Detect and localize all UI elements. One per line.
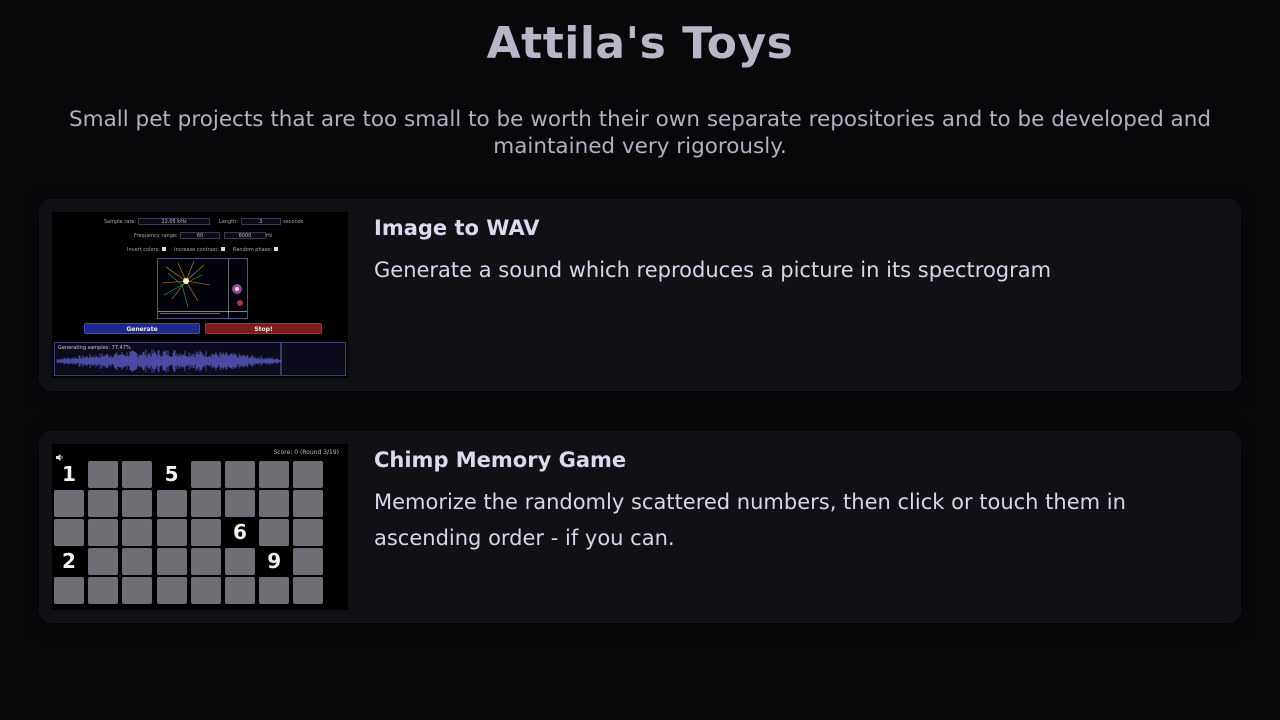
increase-contrast-label: Increase contrast: <box>174 247 220 253</box>
number-tile: 6 <box>233 520 247 544</box>
invert-colors-checkbox <box>162 247 166 251</box>
grid-tile <box>225 577 255 604</box>
project-description: Memorize the randomly scattered numbers,… <box>374 490 1126 550</box>
project-thumbnail[interactable]: Sample rate: 22.05 kHz Length: 3 seconds… <box>52 212 348 378</box>
random-phase-label: Random phase: <box>233 247 273 253</box>
grid-tile <box>122 577 153 604</box>
grid-tile <box>293 577 324 604</box>
number-tile: 2 <box>62 549 76 573</box>
grid-tile <box>190 461 221 488</box>
grid-tile <box>293 461 324 488</box>
project-card-chimp-memory-game[interactable]: Score: 0 (Round 3/19) 1 5 6 2 9 Chimp Memory… <box>39 431 1241 623</box>
project-title[interactable]: Chimp Memory Game <box>374 448 626 472</box>
grid-tile <box>190 490 221 517</box>
number-tile: 9 <box>267 549 282 573</box>
grid-tile <box>122 461 153 488</box>
project-description: Generate a sound which reproduces a pict… <box>374 258 1052 282</box>
length-label: Length: <box>219 219 238 225</box>
waveform-progress: Generating samples: 77.47% <box>54 342 346 376</box>
grid-tile <box>156 548 187 575</box>
freq-max-input: 8000 <box>224 232 266 239</box>
grid-tile <box>54 490 84 517</box>
grid-tile <box>156 490 187 517</box>
grid-tile <box>190 577 221 604</box>
grid-tile <box>156 577 187 604</box>
grid-tile <box>259 519 290 546</box>
grid-tile <box>122 548 153 575</box>
grid-tile <box>88 519 119 546</box>
grid-tile <box>190 519 221 546</box>
grid-tile <box>293 548 324 575</box>
grid-tile <box>259 461 290 488</box>
grid-tile <box>54 577 84 604</box>
stop-button: Stop! <box>205 323 322 334</box>
project-title[interactable]: Image to WAV <box>374 216 540 240</box>
sample-rate-label: Sample rate: <box>104 219 137 225</box>
grid-tile <box>54 519 84 546</box>
grid-tile <box>225 490 255 517</box>
increase-contrast-checkbox <box>221 247 225 251</box>
fireworks-preview-image <box>157 258 248 319</box>
grid-tile <box>225 548 255 575</box>
invert-colors-label: Invert colors: <box>127 247 160 253</box>
frequency-label: Frequency range: <box>134 233 178 239</box>
page-title: Attila's Toys <box>486 18 794 69</box>
generation-status: Generating samples: 77.47% <box>58 345 131 351</box>
grid-tile <box>293 490 324 517</box>
grid-tile <box>225 461 255 488</box>
page-subtitle: Small pet projects that are too small to… <box>69 107 1211 159</box>
length-input: 3 <box>241 218 281 225</box>
grid-tile <box>122 490 153 517</box>
freq-min-input: 60 <box>180 232 220 239</box>
grid-tile <box>259 490 290 517</box>
grid-tile <box>293 519 324 546</box>
grid-tile <box>88 461 119 488</box>
grid-tile <box>259 577 290 604</box>
random-phase-checkbox <box>274 247 278 251</box>
number-tile: 5 <box>164 462 179 486</box>
score-text: Score: 0 (Round 3/19) <box>273 449 339 456</box>
project-card-image-to-wav[interactable]: Sample rate: 22.05 kHz Length: 3 seconds… <box>39 199 1241 391</box>
freq-unit: Hz <box>266 233 273 239</box>
number-tile: 1 <box>62 462 76 486</box>
grid-tile <box>156 519 187 546</box>
grid-tile <box>190 548 221 575</box>
project-thumbnail[interactable]: Score: 0 (Round 3/19) 1 5 6 2 9 <box>52 444 348 610</box>
generate-button: Generate <box>84 323 200 334</box>
grid-tile <box>122 519 153 546</box>
grid-tile <box>88 577 119 604</box>
grid-tile <box>88 548 119 575</box>
sample-rate-select: 22.05 kHz <box>138 218 210 225</box>
grid-tile <box>88 490 119 517</box>
length-unit: seconds <box>283 219 304 225</box>
